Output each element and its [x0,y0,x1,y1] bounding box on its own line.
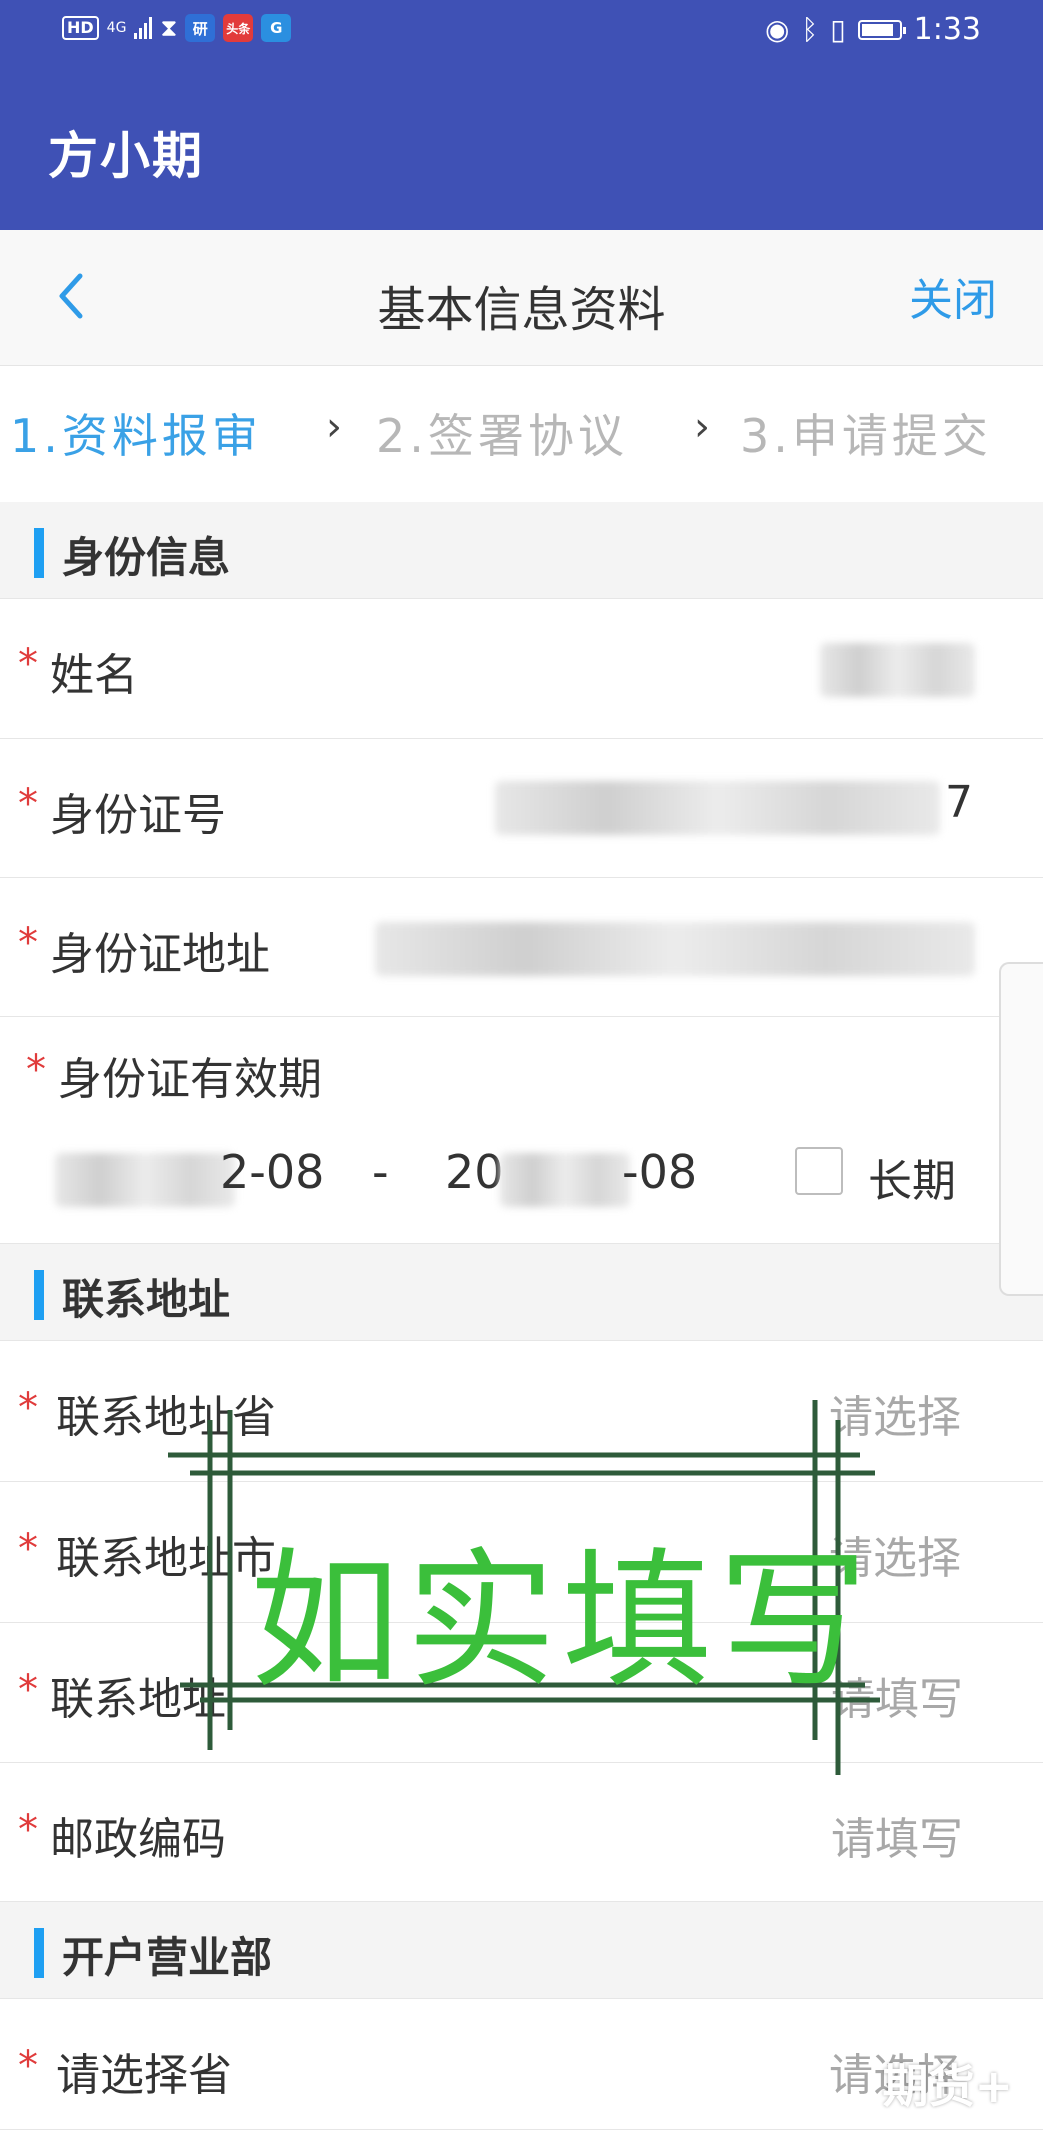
battery-icon [857,19,906,40]
g-app-icon: G [261,14,292,42]
name-row[interactable]: * 姓名 … [0,599,1043,739]
required-mark: * [18,2043,38,2089]
end-date-field-suffix[interactable]: -08 [622,1145,697,1199]
step-separator-chevron-icon: › [694,404,710,450]
section-branch: 开户营业部 [0,1902,1043,1999]
contact-city-select[interactable]: 请选择 [829,1522,961,1586]
toutiao-app-icon: 头条 [223,14,254,42]
contact-city-row[interactable]: * 联系地址市 请选择 [0,1482,1043,1623]
required-mark: * [18,781,38,827]
contact-city-label: 联系地址市 [56,1533,276,1584]
hourglass-icon: ⧗ [160,14,178,42]
vibrate-icon: ▯ [830,13,846,46]
date-separator: - [372,1145,389,1199]
postal-code-input[interactable]: 请填写 [831,1803,963,1867]
postal-code-row[interactable]: * 邮政编码 请填写 [0,1763,1043,1902]
contact-province-label: 联系地址省 [56,1392,276,1443]
id-address-redaction [375,922,975,976]
id-number-label: 身份证号 [50,790,226,841]
end-date-redaction [500,1153,630,1207]
signal-strength-icon [134,17,153,39]
status-bar-right: ◉ ᛒ ▯ 1:33 [765,12,981,47]
contact-address-input[interactable]: 请填写 [831,1663,963,1727]
eye-icon: ◉ [764,13,790,46]
required-mark: * [18,920,38,966]
step-indicator: 1.资料报审 › 2.签署协议 › 3.申请提交 [0,366,1043,502]
nav-header: 基本信息资料 关闭 [0,230,1043,366]
scrollbar[interactable] [999,962,1043,1296]
hd-icon: HD [62,16,99,40]
clock: 1:33 [913,12,981,47]
status-bar: HD 4G ⧗ 研 头条 G ◉ ᛒ ▯ 1:33 [0,0,1043,64]
section-title: 开户营业部 [62,1933,273,1982]
section-identity: 身份信息 [0,502,1043,599]
start-date-redaction [55,1153,235,1207]
section-accent-bar [34,528,44,578]
network-type-label: 4G [106,20,127,36]
close-button[interactable]: 关闭 [909,264,997,328]
id-validity-label: 身份证有效期 [58,1054,322,1105]
battery-level [861,23,893,36]
section-accent-bar [34,1928,44,1978]
section-contact-address: 联系地址 [0,1244,1043,1341]
contact-address-row[interactable]: * 联系地址 请填写 [0,1623,1043,1763]
section-accent-bar [34,1270,44,1320]
id-number-value: 7 [945,777,973,828]
watermark: 期货+ [882,2059,1013,2113]
end-date-field-prefix[interactable]: 20 [445,1145,504,1199]
name-value-redaction [820,643,975,697]
required-mark: * [18,1526,38,1572]
id-address-label: 身份证地址 [50,929,270,980]
app-bar: 方小期 [0,64,1043,230]
contact-province-row[interactable]: * 联系地址省 请选择 [0,1341,1043,1482]
status-bar-left: HD 4G ⧗ 研 头条 G [62,14,292,42]
id-number-row[interactable]: * 身份证号 7 [0,739,1043,878]
app-title: 方小期 [48,127,204,185]
required-mark: * [18,641,38,687]
section-title: 联系地址 [62,1275,231,1324]
required-mark: * [26,1047,46,1093]
id-validity-row: * 身份证有效期 2-08 - 20 -08 长期 [0,1017,1043,1244]
id-number-redaction [495,781,940,835]
research-app-icon: 研 [185,14,216,42]
section-title: 身份信息 [62,533,231,582]
bluetooth-icon: ᛒ [801,13,819,46]
name-label: 姓名 [50,650,138,701]
required-mark: * [18,1807,38,1853]
required-mark: * [18,1667,38,1713]
contact-province-select[interactable]: 请选择 [829,1381,961,1445]
branch-province-label: 请选择省 [56,2050,232,2101]
page-title: 基本信息资料 [377,282,666,338]
long-term-checkbox[interactable] [795,1147,843,1195]
long-term-label: 长期 [868,1156,956,1207]
step-3: 3.申请提交 [740,409,992,463]
contact-address-label: 联系地址 [50,1674,226,1725]
required-mark: * [18,1385,38,1431]
start-date-field[interactable]: 2-08 [220,1145,324,1199]
step-separator-chevron-icon: › [326,404,342,450]
step-1: 1.资料报审 [10,409,262,463]
id-address-row[interactable]: * 身份证地址 [0,878,1043,1017]
postal-code-label: 邮政编码 [50,1814,226,1865]
step-2: 2.签署协议 [376,409,628,463]
